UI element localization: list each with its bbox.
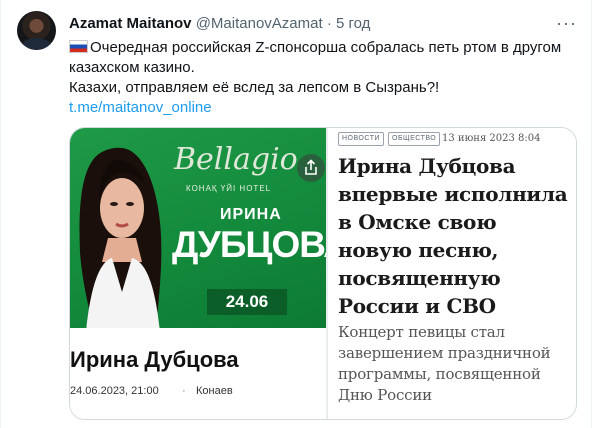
author-name[interactable]: Azamat Maitanov [69, 15, 192, 32]
tweet-text-line1: Очередная российская Z-спонсорша собрала… [69, 38, 575, 78]
article-date: 13 июня 2023 8:04 [442, 133, 541, 144]
tweet-text-line1-content: Очередная российская Z-спонсорша собрала… [69, 39, 562, 76]
caption-datetime: 24.06.2023, 21:00 [70, 385, 159, 397]
media-left-image[interactable]: Bellagio КОНАҚ ҮЙІ HOTEL ИРИНА ДУБЦОВА 2… [70, 128, 326, 419]
singer-portrait [79, 147, 162, 328]
tweet-text: Очередная российская Z-спонсорша собрала… [69, 38, 575, 118]
media-right-image[interactable]: НОВОСТИ ОБЩЕСТВО 13 июня 2023 8:04 Ирина… [328, 128, 576, 419]
tweet-text-line2: Казахи, отправляем её вслед за лепсом в … [69, 79, 440, 96]
tweet-time[interactable]: 5 год [336, 15, 370, 32]
poster-date: 24.06 [207, 289, 287, 315]
tweet-media[interactable]: Bellagio КОНАҚ ҮЙІ HOTEL ИРИНА ДУБЦОВА 2… [69, 127, 577, 420]
caption-separator: · [182, 385, 186, 397]
article-tag-news: НОВОСТИ [338, 132, 385, 146]
avatar[interactable] [17, 11, 56, 50]
caption-title: Ирина Дубцова [70, 347, 239, 372]
poster-singer-last: ДУБЦОВА [172, 224, 326, 265]
article-headline: Ирина Дубцова впервые исполнила в Омске … [338, 154, 568, 318]
share-button[interactable] [297, 154, 325, 182]
tweet-link[interactable]: t.me/maitanov_online [69, 98, 575, 118]
poster-singer-first: ИРИНА [220, 206, 282, 223]
caption-place: Конаев [196, 385, 233, 397]
venue-logo: Bellagio [174, 142, 298, 177]
more-options-icon[interactable]: ··· [556, 13, 577, 34]
concert-poster: Bellagio КОНАҚ ҮЙІ HOTEL ИРИНА ДУБЦОВА 2… [70, 128, 326, 328]
share-icon [305, 159, 317, 175]
avatar-shoulders [21, 38, 52, 50]
article-tag-society: ОБЩЕСТВО [388, 132, 441, 146]
tweet-card[interactable]: Azamat Maitanov @MaitanovAzamat · 5 год … [0, 0, 592, 428]
russia-flag-icon [69, 40, 88, 53]
venue-subtitle: КОНАҚ ҮЙІ HOTEL [186, 184, 272, 193]
tweet-header: Azamat Maitanov @MaitanovAzamat · 5 год [69, 14, 370, 34]
header-separator: · [326, 15, 332, 32]
article-lead: Концерт певицы стал завершением празднич… [338, 323, 551, 404]
author-handle[interactable]: @MaitanovAzamat [196, 15, 323, 32]
